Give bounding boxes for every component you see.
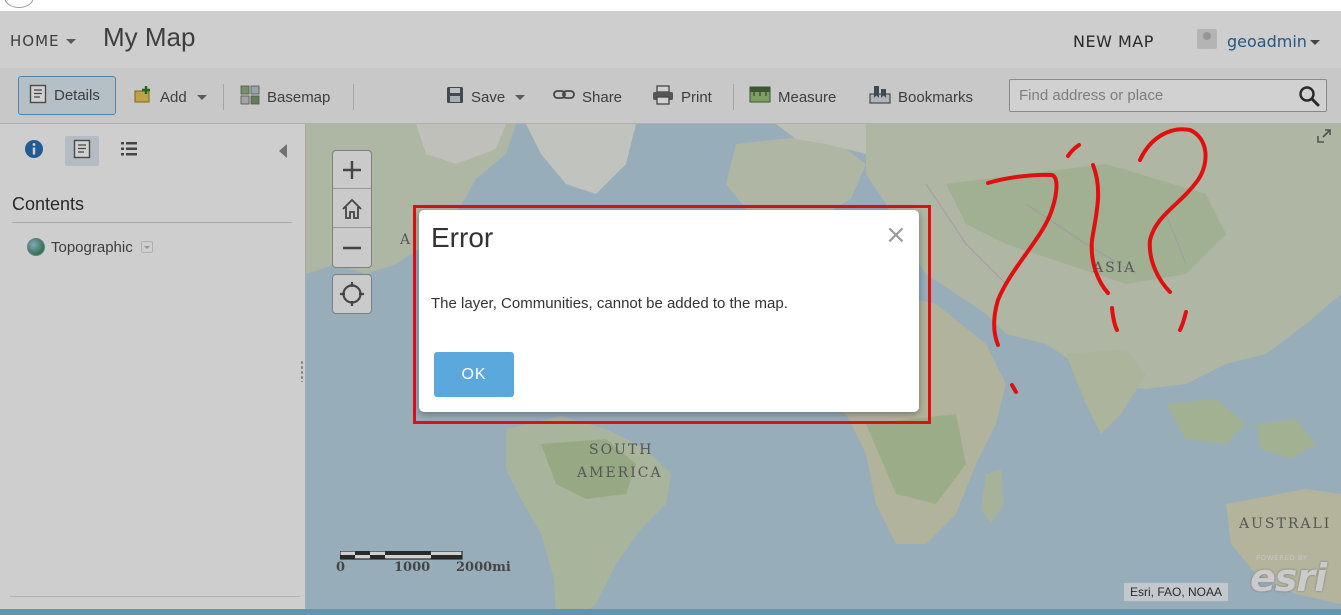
dialog-message: The layer, Communities, cannot be added …: [431, 295, 788, 312]
error-dialog: Error × The layer, Communities, cannot b…: [419, 210, 919, 412]
browser-button[interactable]: [4, 0, 34, 8]
dialog-title: Error: [431, 222, 494, 253]
app-window: HOME My Map NEW MAP geoadmin Details Add: [0, 0, 1341, 615]
close-icon[interactable]: ×: [885, 222, 907, 248]
browser-chrome-strip: [0, 0, 1341, 12]
ok-button[interactable]: OK: [434, 352, 514, 397]
